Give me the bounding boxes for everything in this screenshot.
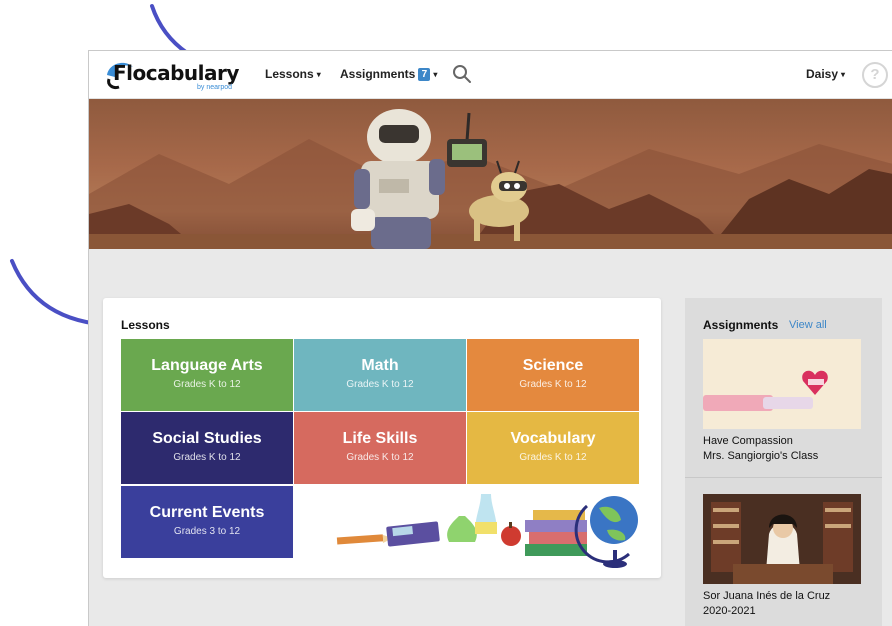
assignment-item-class: 2020-2021 (703, 605, 756, 617)
nav-lessons-label: Lessons (265, 67, 314, 81)
compassion-thumbnail-illustration (703, 370, 828, 411)
user-name: Daisy (806, 67, 839, 81)
lesson-tile-math[interactable]: Math Grades K to 12 (294, 339, 466, 411)
assignments-panel-title: Assignments (703, 318, 779, 332)
lesson-tile-title: Social Studies (152, 430, 262, 447)
browser-window: Flocabulary by nearpod Lessons ▾ Assignme… (88, 50, 892, 626)
lesson-tile-title: Current Events (149, 504, 265, 521)
assignment-item-title[interactable]: Sor Juana Inés de la Cruz (703, 589, 830, 604)
lessons-card-title: Lessons (121, 318, 170, 332)
divider (685, 477, 882, 478)
nav-lessons-menu[interactable]: Lessons ▾ (265, 51, 321, 98)
chevron-down-icon: ▾ (841, 70, 846, 79)
lesson-tile-title: Science (522, 357, 584, 374)
nav-assignments-label: Assignments (340, 67, 416, 81)
lesson-tile-vocabulary[interactable]: Vocabulary Grades K to 12 (467, 412, 639, 484)
search-icon[interactable] (452, 64, 472, 84)
top-navbar: Flocabulary by nearpod Lessons ▾ Assignme… (89, 51, 892, 99)
lesson-tile-title: Life Skills (342, 430, 418, 447)
lesson-tile-life-skills[interactable]: Life Skills Grades K to 12 (294, 412, 466, 484)
lesson-tile-grades: Grades K to 12 (346, 452, 414, 463)
user-menu[interactable]: Daisy ▾ (806, 51, 845, 98)
lesson-tile-language-arts[interactable]: Language Arts Grades K to 12 (121, 339, 293, 411)
flocabulary-logo[interactable]: Flocabulary by nearpod (103, 57, 239, 93)
logo-subtext: by nearpod (197, 84, 233, 91)
assignment-item-class: Mrs. Sangiorgio's Class (703, 450, 819, 462)
nav-assignments-menu[interactable]: Assignments 7 ▾ (340, 51, 437, 98)
lessons-card: Lessons Language Arts Grades K to 12 Mat… (103, 298, 661, 578)
help-icon[interactable]: ? (862, 62, 888, 88)
assignments-panel: Assignments View all Have Compassion Mrs… (685, 298, 882, 626)
lesson-tile-grades: Grades K to 12 (346, 379, 414, 390)
lesson-tile-grades: Grades K to 12 (173, 452, 241, 463)
assignments-count-badge: 7 (418, 68, 431, 81)
lesson-tile-social-studies[interactable]: Social Studies Grades K to 12 (121, 412, 293, 484)
assignment-item-title[interactable]: Have Compassion (703, 434, 793, 449)
lesson-tile-grades: Grades 3 to 12 (173, 526, 241, 537)
lesson-tile-title: Math (361, 357, 399, 374)
view-all-link[interactable]: View all (789, 319, 827, 331)
lesson-tile-title: Vocabulary (510, 430, 596, 447)
lesson-tile-grades: Grades K to 12 (519, 379, 587, 390)
chevron-down-icon: ▾ (316, 70, 321, 79)
logo-text: Flocabulary (113, 61, 239, 85)
lesson-tile-title: Language Arts (151, 357, 263, 374)
astronaut-illustration (89, 109, 892, 249)
assignment-thumbnail[interactable] (703, 494, 861, 584)
chevron-down-icon: ▾ (433, 70, 438, 79)
lesson-tile-current-events[interactable]: Current Events Grades 3 to 12 (121, 486, 293, 558)
sor-juana-thumbnail-illustration (703, 494, 861, 584)
school-supplies-illustration (336, 494, 638, 568)
assignment-thumbnail[interactable] (703, 339, 861, 429)
lesson-tile-science[interactable]: Science Grades K to 12 (467, 339, 639, 411)
lesson-tile-grades: Grades K to 12 (173, 379, 241, 390)
hero-banner (89, 99, 892, 249)
lesson-tile-grades: Grades K to 12 (519, 452, 587, 463)
